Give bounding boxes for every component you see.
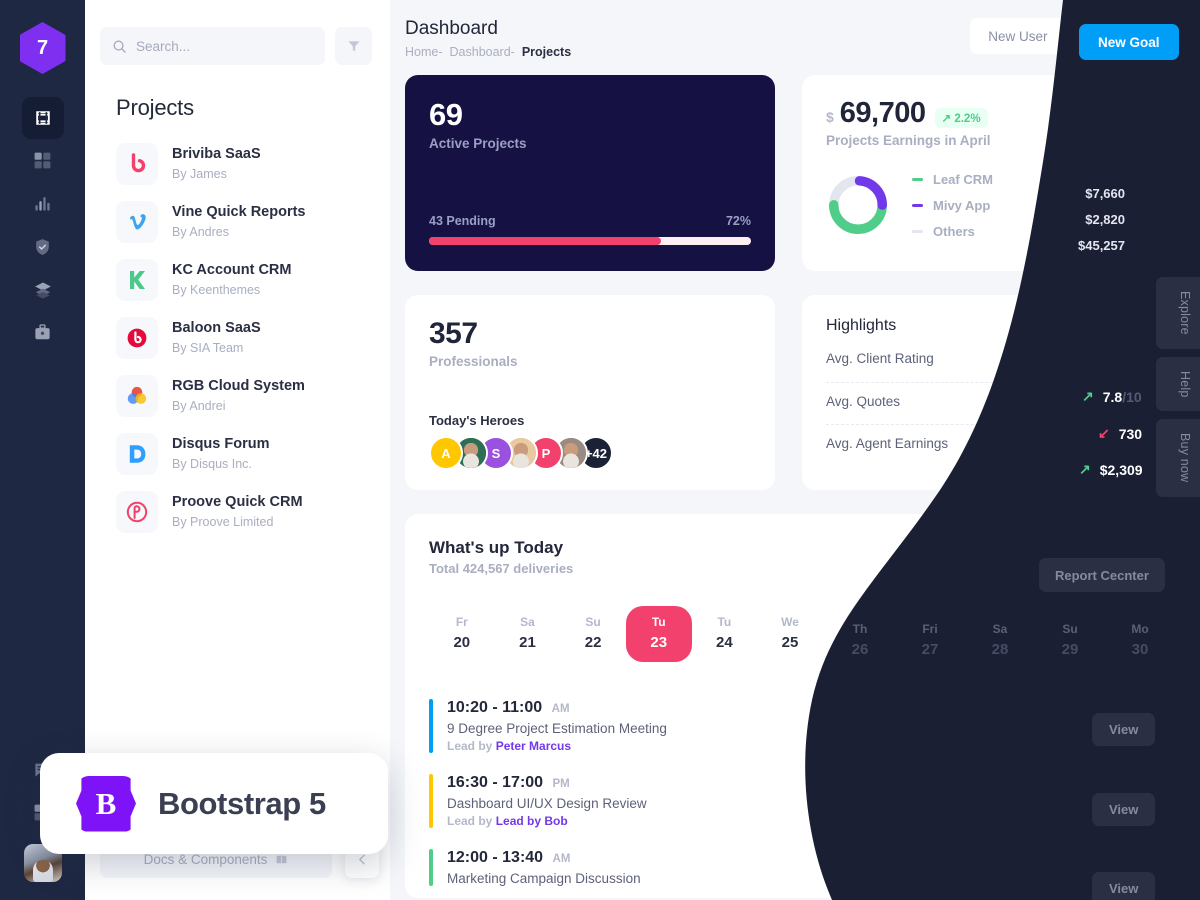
day-number: 27 <box>921 641 939 658</box>
arrow-up-icon: ↗ <box>1079 461 1091 477</box>
bootstrap-badge-text: Bootstrap 5 <box>158 785 326 821</box>
hl1-val: 730 <box>1118 425 1143 442</box>
new-goal-button-dark[interactable]: New Goal <box>1079 24 1179 60</box>
day-weekday: Su <box>1062 622 1078 636</box>
side-tab-explore[interactable]: Explore <box>1156 277 1200 349</box>
highlight-value-dark-2: ↗ $2,309 <box>1079 461 1143 478</box>
arrow-down-icon: ↙ <box>1098 425 1110 441</box>
day-number: 28 <box>991 641 1009 658</box>
day-number: 29 <box>1061 641 1079 658</box>
arrow-up-icon: ↗ <box>1082 388 1094 404</box>
day-cell-dark-30[interactable]: Mo 30 <box>1110 622 1170 658</box>
view-button-dark-1[interactable]: View <box>1092 793 1156 826</box>
day-cell-dark-29[interactable]: Su 29 <box>1040 622 1100 658</box>
day-weekday: Th <box>852 622 868 636</box>
day-cell-dark-27[interactable]: Fri 27 <box>900 622 960 658</box>
side-tab-help[interactable]: Help <box>1156 356 1200 412</box>
view-button-dark-2[interactable]: View <box>1092 872 1156 900</box>
view-button-dark-0[interactable]: View <box>1092 713 1156 746</box>
side-tab-buy now[interactable]: Buy now <box>1156 419 1200 497</box>
bootstrap-logo-letter: B <box>95 785 117 821</box>
day-number: 26 <box>851 641 869 658</box>
day-weekday: Fri <box>922 622 938 636</box>
hl0-val: 7.8 <box>1102 388 1123 405</box>
highlight-value-dark-0: ↗ 7.8/10 <box>1082 388 1142 405</box>
bootstrap-logo-icon: B <box>76 775 136 832</box>
day-weekday: Sa <box>992 622 1008 636</box>
hl2-val: $2,309 <box>1099 461 1143 478</box>
app-root: 7 Search... Projects Briviba SaaS By Jam… <box>0 0 1200 900</box>
hl0-suffix: /10 <box>1122 388 1142 405</box>
bootstrap-badge: B Bootstrap 5 <box>40 753 388 854</box>
report-center-button-dark[interactable]: Report Cecnter <box>1039 558 1165 592</box>
day-number: 30 <box>1131 641 1149 658</box>
legend-value-dark-0: $7,660 <box>1085 186 1125 201</box>
day-weekday: Mo <box>1131 622 1149 636</box>
day-cell-dark-26[interactable]: Th 26 <box>830 622 890 658</box>
highlight-value-dark-1: ↙ 730 <box>1098 425 1142 442</box>
day-cell-dark-28[interactable]: Sa 28 <box>970 622 1030 658</box>
side-tab-group: Explore Help Buy now <box>1156 277 1200 497</box>
legend-value-dark-1: $2,820 <box>1085 212 1125 227</box>
legend-value-dark-2: $45,257 <box>1078 238 1125 253</box>
